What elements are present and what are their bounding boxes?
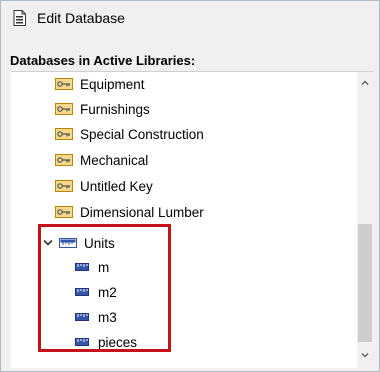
tree-item-dimensional-lumber[interactable]: Dimensional Lumber	[55, 200, 204, 224]
tree-item-mechanical[interactable]: Mechanical	[55, 148, 148, 172]
units-highlight-box	[38, 224, 171, 352]
tree-item-equipment[interactable]: Equipment	[55, 72, 145, 96]
scroll-up-arrow-icon[interactable]	[361, 79, 369, 87]
tree-item-label: Furnishings	[80, 101, 150, 117]
window-title: Edit Database	[37, 10, 125, 26]
key-icon	[55, 78, 73, 90]
key-icon	[55, 128, 73, 140]
scroll-down-arrow-icon[interactable]	[361, 351, 369, 359]
key-icon	[55, 154, 73, 166]
tree-item-special-construction[interactable]: Special Construction	[55, 122, 204, 146]
database-document-icon	[13, 10, 26, 26]
key-icon	[55, 206, 73, 218]
tree-item-label: Equipment	[80, 76, 145, 92]
tree-item-furnishings[interactable]: Furnishings	[55, 97, 150, 121]
tree-item-label: Dimensional Lumber	[80, 204, 204, 220]
scrollbar-thumb[interactable]	[358, 224, 372, 342]
key-icon	[55, 103, 73, 115]
vertical-scrollbar[interactable]	[357, 72, 373, 368]
edit-database-window: Edit Database Databases in Active Librar…	[0, 0, 380, 372]
key-icon	[55, 180, 73, 192]
tree-item-label: Special Construction	[80, 126, 204, 142]
tree-item-label: Untitled Key	[80, 178, 153, 194]
section-label: Databases in Active Libraries:	[10, 53, 196, 68]
title-bar: Edit Database	[1, 1, 379, 37]
tree-item-label: Mechanical	[80, 152, 149, 168]
tree-item-untitled-key[interactable]: Untitled Key	[55, 174, 153, 198]
